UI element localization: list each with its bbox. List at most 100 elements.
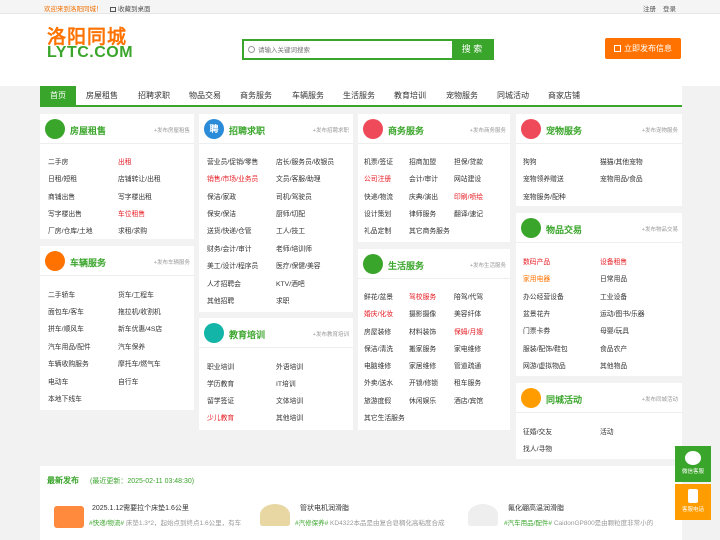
category-link[interactable]: 求职 <box>276 295 290 305</box>
category-link[interactable]: 保洁/家政 <box>207 191 236 201</box>
category-link[interactable]: 网站建设 <box>454 173 481 183</box>
nav-goods[interactable]: 物品交易 <box>183 86 227 105</box>
category-link[interactable]: 其他物品 <box>600 360 627 370</box>
category-link[interactable]: 车辆收购服务 <box>48 358 89 368</box>
category-link[interactable]: 保姆/月嫂 <box>454 326 483 336</box>
category-link[interactable]: 休闲娱乐 <box>409 395 436 405</box>
category-link[interactable]: 担保/贷款 <box>454 156 483 166</box>
category-link[interactable]: 数码产品 <box>523 256 550 266</box>
category-link[interactable]: 宠物领养赠送 <box>523 173 564 183</box>
category-link[interactable]: 外卖/送水 <box>364 377 393 387</box>
category-link[interactable]: 二手轿车 <box>48 289 75 299</box>
category-link[interactable]: 保洁/清洗 <box>364 343 393 353</box>
category-link[interactable]: 学历教育 <box>207 378 234 388</box>
category-link[interactable]: 本地下线车 <box>48 393 82 403</box>
card-car-publish[interactable]: +发布车辆服务 <box>154 258 190 266</box>
card-edu-title[interactable]: 教育培训 <box>229 328 265 341</box>
wechat-service-button[interactable]: 微信客服 <box>675 446 711 482</box>
logo-english[interactable]: LYTC.COM <box>47 44 133 62</box>
login-link[interactable]: 登录 <box>663 3 676 13</box>
category-link[interactable]: 找人/寻物 <box>523 443 552 453</box>
category-link[interactable]: 网游/虚拟物品 <box>523 360 566 370</box>
category-link[interactable]: 设备租售 <box>600 256 627 266</box>
card-biz-publish[interactable]: +发布商务服务 <box>470 126 506 134</box>
category-link[interactable]: IT培训 <box>276 378 296 388</box>
nav-biz[interactable]: 商务服务 <box>234 86 278 105</box>
category-link[interactable]: 陪驾/代驾 <box>454 291 483 301</box>
category-link[interactable]: 摄影摄像 <box>409 308 436 318</box>
category-link[interactable]: 鲜花/盆景 <box>364 291 393 301</box>
category-link[interactable]: 送货/快递/仓管 <box>207 225 252 235</box>
category-link[interactable]: 拖拉机/收割机 <box>118 306 161 316</box>
item-title[interactable]: 管状电机润滑脂 <box>300 503 349 513</box>
category-link[interactable]: 工业设备 <box>600 291 627 301</box>
category-link[interactable]: 服装/配饰/鞋包 <box>523 343 568 353</box>
category-link[interactable]: 面包车/客车 <box>48 306 84 316</box>
category-link[interactable]: 财务/会计/审计 <box>207 243 252 253</box>
category-link[interactable]: 店铺转让/出租 <box>118 173 161 183</box>
category-link[interactable]: 其他招聘 <box>207 295 234 305</box>
category-link[interactable]: 汽车用品/配件 <box>48 341 91 351</box>
item-title[interactable]: 氟化硼高温润滑脂 <box>508 503 564 513</box>
card-edu-publish[interactable]: +发布教育培训 <box>313 330 349 338</box>
category-link[interactable]: 保安/保洁 <box>207 208 236 218</box>
category-link[interactable]: 车位租售 <box>118 208 145 218</box>
nav-car[interactable]: 车辆服务 <box>286 86 330 105</box>
category-link[interactable]: 其它商务服务 <box>409 225 450 235</box>
category-link[interactable]: 礼品定制 <box>364 225 391 235</box>
nav-house[interactable]: 房屋租售 <box>80 86 124 105</box>
category-link[interactable]: 快递/物流 <box>364 191 393 201</box>
category-link[interactable]: 庆典/演出 <box>409 191 438 201</box>
category-link[interactable]: 职业培训 <box>207 361 234 371</box>
category-link[interactable]: 房屋装修 <box>364 326 391 336</box>
category-link[interactable]: 宠物用品/食品 <box>600 173 643 183</box>
card-house-title[interactable]: 房屋租售 <box>70 124 106 137</box>
card-life-publish[interactable]: +发布生活服务 <box>470 261 506 269</box>
category-link[interactable]: 销售/市场/业务员 <box>207 173 258 183</box>
nav-job[interactable]: 招聘求职 <box>132 86 176 105</box>
category-link[interactable]: 盆景花卉 <box>523 308 550 318</box>
category-link[interactable]: 写字楼出租 <box>118 191 152 201</box>
category-link[interactable]: 写字楼出售 <box>48 208 82 218</box>
category-link[interactable]: 拼车/顺风车 <box>48 323 84 333</box>
category-link[interactable]: 人才招聘会 <box>207 278 241 288</box>
category-link[interactable]: 公司注册 <box>364 173 391 183</box>
category-link[interactable]: 电动车 <box>48 376 68 386</box>
category-link[interactable]: 婚庆/化妆 <box>364 308 393 318</box>
category-link[interactable]: 营业员/促销/零售 <box>207 156 258 166</box>
category-link[interactable]: 狗狗 <box>523 156 537 166</box>
category-link[interactable]: 工人/技工 <box>276 225 305 235</box>
category-link[interactable]: 其他培训 <box>276 412 303 422</box>
card-goods-publish[interactable]: +发布物品交易 <box>642 225 678 233</box>
category-link[interactable]: 家用电器 <box>523 273 550 283</box>
card-biz-title[interactable]: 商务服务 <box>388 124 424 137</box>
category-link[interactable]: 运动/图书/乐器 <box>600 308 645 318</box>
nav-life[interactable]: 生活服务 <box>337 86 381 105</box>
category-link[interactable]: 求租/求购 <box>118 225 147 235</box>
category-link[interactable]: 办公经营设备 <box>523 291 564 301</box>
category-link[interactable]: 会计/审计 <box>409 173 438 183</box>
nav-event[interactable]: 同城活动 <box>491 86 535 105</box>
category-link[interactable]: 出租 <box>118 156 132 166</box>
nav-edu[interactable]: 教育培训 <box>388 86 432 105</box>
nav-shops[interactable]: 商家店铺 <box>542 86 586 105</box>
category-link[interactable]: 翻译/速记 <box>454 208 483 218</box>
category-link[interactable]: 征婚/交友 <box>523 426 552 436</box>
card-car-title[interactable]: 车辆服务 <box>70 256 106 269</box>
search-button[interactable]: 搜 索 <box>452 41 492 58</box>
category-link[interactable]: 管道疏通 <box>454 360 481 370</box>
category-link[interactable]: 猫猫/其他宠物 <box>600 156 643 166</box>
category-link[interactable]: 活动 <box>600 426 614 436</box>
publish-button[interactable]: 立即发布信息 <box>605 38 681 59</box>
card-house-publish[interactable]: +发布房屋租售 <box>154 126 190 134</box>
category-link[interactable]: 开锁/修锁 <box>409 377 438 387</box>
category-link[interactable]: 美工/设计/程序员 <box>207 260 258 270</box>
category-link[interactable]: 汽车保养 <box>118 341 145 351</box>
category-link[interactable]: 租车服务 <box>454 377 481 387</box>
category-link[interactable]: 母婴/玩具 <box>600 325 629 335</box>
category-link[interactable]: KTV/酒吧 <box>276 278 305 288</box>
item-tag[interactable]: #汽修保养# <box>295 520 328 527</box>
card-event-title[interactable]: 同城活动 <box>546 393 582 406</box>
category-link[interactable]: 日租/短租 <box>48 173 77 183</box>
category-link[interactable]: 货车/工程车 <box>118 289 154 299</box>
